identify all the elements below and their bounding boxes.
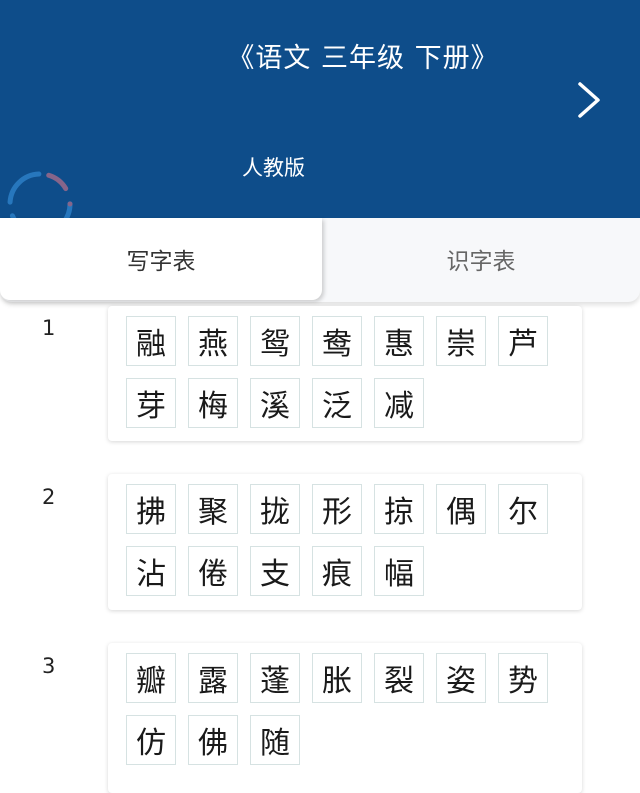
chevron-right-icon[interactable] bbox=[568, 78, 608, 122]
char-glyph: 鸯 bbox=[322, 327, 352, 362]
char-glyph: 支 bbox=[260, 557, 290, 592]
char-cell[interactable]: 支 bbox=[250, 546, 300, 596]
char-glyph: 裂 bbox=[384, 664, 414, 699]
char-cell[interactable]: 拂 bbox=[126, 484, 176, 534]
book-title: 《语文 三年级 下册》 bbox=[227, 43, 499, 74]
char-cell[interactable]: 聚 bbox=[188, 484, 238, 534]
char-glyph: 芦 bbox=[508, 327, 538, 362]
char-cell[interactable]: 瓣 bbox=[126, 653, 176, 703]
char-glyph: 减 bbox=[384, 389, 414, 424]
char-glyph: 胀 bbox=[322, 664, 352, 699]
char-glyph: 瓣 bbox=[136, 664, 166, 699]
char-glyph: 拂 bbox=[136, 495, 166, 530]
char-cell[interactable]: 偶 bbox=[436, 484, 486, 534]
lesson-number: 1 bbox=[42, 316, 56, 340]
char-grid: 融燕鸳鸯惠崇芦芽梅溪泛减 bbox=[126, 316, 566, 428]
char-glyph: 幅 bbox=[384, 557, 414, 592]
char-cell[interactable]: 溪 bbox=[250, 378, 300, 428]
char-cell[interactable]: 随 bbox=[250, 715, 300, 765]
char-cell[interactable]: 芽 bbox=[126, 378, 176, 428]
char-cell[interactable]: 梅 bbox=[188, 378, 238, 428]
char-cell[interactable]: 鸯 bbox=[312, 316, 362, 366]
char-cell[interactable]: 掠 bbox=[374, 484, 424, 534]
lesson-card: 融燕鸳鸯惠崇芦芽梅溪泛减 bbox=[108, 306, 582, 441]
char-grid: 拂聚拢形掠偶尔沾倦支痕幅 bbox=[126, 484, 566, 596]
tab-read-chars[interactable]: 识字表 bbox=[322, 218, 640, 300]
char-glyph: 随 bbox=[260, 726, 290, 761]
char-glyph: 形 bbox=[322, 495, 352, 530]
char-cell[interactable]: 芦 bbox=[498, 316, 548, 366]
tab-bar: 写字表 识字表 bbox=[0, 218, 640, 302]
char-glyph: 仿 bbox=[136, 726, 166, 761]
char-glyph: 势 bbox=[508, 664, 538, 699]
char-glyph: 崇 bbox=[446, 327, 476, 362]
char-glyph: 姿 bbox=[446, 664, 476, 699]
char-cell[interactable]: 形 bbox=[312, 484, 362, 534]
lesson-number: 3 bbox=[42, 654, 56, 678]
char-glyph: 倦 bbox=[198, 557, 228, 592]
char-glyph: 聚 bbox=[198, 495, 228, 530]
char-cell[interactable]: 崇 bbox=[436, 316, 486, 366]
char-glyph: 燕 bbox=[198, 327, 228, 362]
header-banner: 《语文 三年级 下册》 人教版 bbox=[0, 0, 640, 218]
char-glyph: 惠 bbox=[384, 327, 414, 362]
char-cell[interactable]: 仿 bbox=[126, 715, 176, 765]
char-glyph: 尔 bbox=[508, 495, 538, 530]
lesson-card: 拂聚拢形掠偶尔沾倦支痕幅 bbox=[108, 474, 582, 610]
char-cell[interactable]: 融 bbox=[126, 316, 176, 366]
lesson-number: 2 bbox=[42, 485, 56, 509]
char-cell[interactable]: 蓬 bbox=[250, 653, 300, 703]
char-glyph: 拢 bbox=[260, 495, 290, 530]
char-cell[interactable]: 拢 bbox=[250, 484, 300, 534]
char-cell[interactable]: 露 bbox=[188, 653, 238, 703]
char-cell[interactable]: 势 bbox=[498, 653, 548, 703]
char-glyph: 溪 bbox=[260, 389, 290, 424]
char-cell[interactable]: 佛 bbox=[188, 715, 238, 765]
char-glyph: 掠 bbox=[384, 495, 414, 530]
char-glyph: 泛 bbox=[322, 389, 352, 424]
char-glyph: 芽 bbox=[136, 389, 166, 424]
char-cell[interactable]: 燕 bbox=[188, 316, 238, 366]
char-glyph: 沾 bbox=[136, 557, 166, 592]
char-cell[interactable]: 减 bbox=[374, 378, 424, 428]
char-glyph: 梅 bbox=[198, 389, 228, 424]
char-glyph: 蓬 bbox=[260, 664, 290, 699]
char-cell[interactable]: 尔 bbox=[498, 484, 548, 534]
char-cell[interactable]: 胀 bbox=[312, 653, 362, 703]
char-glyph: 融 bbox=[136, 327, 166, 362]
char-cell[interactable]: 姿 bbox=[436, 653, 486, 703]
char-glyph: 偶 bbox=[446, 495, 476, 530]
char-cell[interactable]: 泛 bbox=[312, 378, 362, 428]
char-glyph: 痕 bbox=[322, 557, 352, 592]
char-cell[interactable]: 惠 bbox=[374, 316, 424, 366]
lesson-card: 瓣露蓬胀裂姿势仿佛随 bbox=[108, 643, 582, 793]
char-cell[interactable]: 鸳 bbox=[250, 316, 300, 366]
edition-label: 人教版 bbox=[242, 156, 305, 180]
char-cell[interactable]: 沾 bbox=[126, 546, 176, 596]
char-glyph: 鸳 bbox=[260, 327, 290, 362]
char-cell[interactable]: 痕 bbox=[312, 546, 362, 596]
char-cell[interactable]: 幅 bbox=[374, 546, 424, 596]
char-glyph: 佛 bbox=[198, 726, 228, 761]
char-cell[interactable]: 裂 bbox=[374, 653, 424, 703]
char-cell[interactable]: 倦 bbox=[188, 546, 238, 596]
char-glyph: 露 bbox=[198, 664, 228, 699]
tab-write-chars[interactable]: 写字表 bbox=[0, 218, 322, 300]
char-grid: 瓣露蓬胀裂姿势仿佛随 bbox=[126, 653, 566, 765]
